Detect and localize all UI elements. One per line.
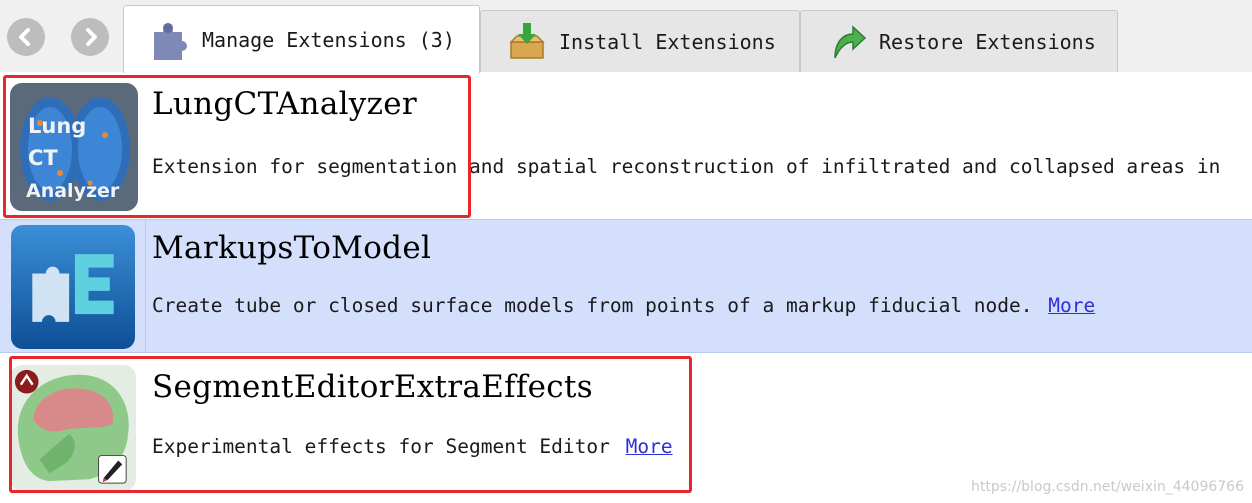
tab-restore-extensions[interactable]: Restore Extensions [800, 10, 1118, 72]
logo-text-ct: CT [28, 146, 58, 170]
tab-label: Manage Extensions (3) [202, 27, 455, 52]
extension-description-text: Experimental effects for Segment Editor [152, 435, 610, 458]
tab-bar: Manage Extensions (3) Install Extensions… [0, 0, 1252, 73]
more-link[interactable]: More [1048, 294, 1095, 317]
extension-list: Lung CT Analyzer LungCTAnalyzer Extensio… [0, 72, 1252, 503]
extension-name: LungCTAnalyzer [152, 86, 418, 122]
puzzle-icon [148, 18, 192, 62]
more-link[interactable]: More [626, 435, 673, 458]
install-box-icon [505, 20, 549, 64]
tab-install-extensions[interactable]: Install Extensions [480, 10, 800, 72]
extension-item-segmenteditorextraeffects[interactable]: SegmentEditorExtraEffects Experimental e… [0, 357, 1252, 499]
segmenteditorextraeffects-logo [10, 365, 136, 491]
lungctanalyzer-logo: Lung CT Analyzer [10, 83, 138, 211]
back-button[interactable] [7, 18, 45, 56]
tab-label: Restore Extensions [879, 29, 1096, 54]
tab-manage-extensions[interactable]: Manage Extensions (3) [123, 5, 480, 73]
back-arrow-icon [19, 28, 30, 46]
extension-name: SegmentEditorExtraEffects [152, 369, 593, 405]
forward-button[interactable] [71, 18, 109, 56]
restore-arrow-icon [825, 20, 869, 64]
extension-description: Extension for segmentation and spatial r… [152, 155, 1221, 178]
forward-arrow-icon [86, 28, 97, 46]
extension-description-text: Create tube or closed surface models fro… [152, 294, 1033, 317]
markupstomodel-logo [10, 225, 136, 349]
extension-name: MarkupsToModel [152, 230, 432, 266]
extension-description: Create tube or closed surface models fro… [152, 294, 1095, 317]
tab-label: Install Extensions [559, 29, 776, 54]
logo-text-analyzer: Analyzer [26, 180, 120, 202]
row-divider [145, 220, 146, 352]
watermark: https://blog.csdn.net/weixin_44096766 [970, 479, 1244, 495]
logo-text-lung: Lung [28, 114, 86, 138]
extension-description: Experimental effects for Segment Editor … [152, 435, 673, 458]
extension-item-lungctanalyzer[interactable]: Lung CT Analyzer LungCTAnalyzer Extensio… [0, 72, 1252, 214]
extension-item-markupstomodel[interactable]: MarkupsToModel Create tube or closed sur… [0, 219, 1252, 353]
